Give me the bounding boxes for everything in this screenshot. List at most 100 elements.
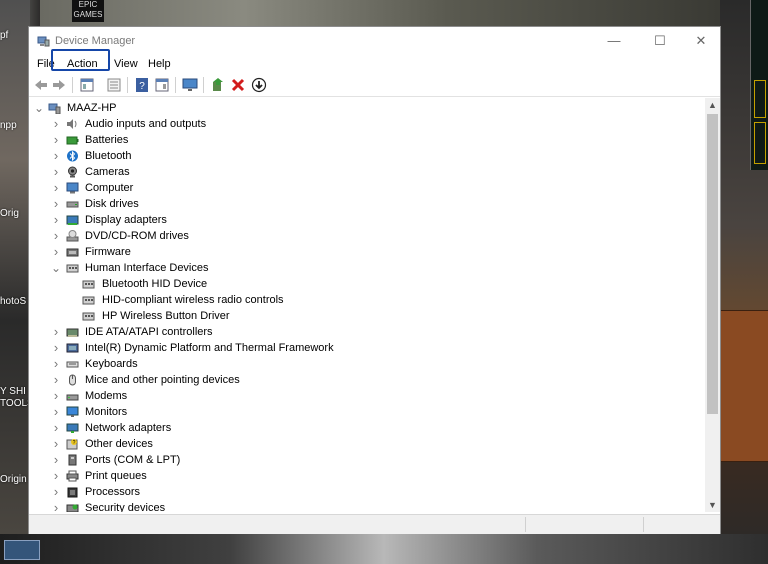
close-button[interactable]: ✕: [681, 29, 721, 53]
tree-item[interactable]: ⌄ Human Interface Devices: [29, 260, 705, 276]
uninstall-icon[interactable]: [230, 77, 246, 93]
expand-chevron-icon[interactable]: ›: [51, 404, 61, 420]
tree-item[interactable]: › Intel(R) Dynamic Platform and Thermal F…: [29, 340, 705, 356]
expand-chevron-icon[interactable]: ›: [51, 180, 61, 196]
tree-item[interactable]: › Monitors: [29, 404, 705, 420]
desktop-icon-label[interactable]: hotoS: [0, 296, 26, 307]
tree-root[interactable]: ⌄ MAAZ-HP: [29, 100, 705, 116]
desktop-top-area: [40, 0, 720, 26]
tree-item[interactable]: › Display adapters: [29, 212, 705, 228]
tree-item[interactable]: › DVD/CD-ROM drives: [29, 228, 705, 244]
tree-item[interactable]: › Computer: [29, 180, 705, 196]
desktop-icon-label[interactable]: npp: [0, 120, 17, 131]
expand-chevron-icon[interactable]: ›: [51, 372, 61, 388]
hid-icon: [66, 264, 79, 273]
tree-item[interactable]: › Mice and other pointing devices: [29, 372, 705, 388]
tree-item-label: IDE ATA/ATAPI controllers: [85, 326, 213, 338]
desktop-icon-label[interactable]: Orig: [0, 208, 19, 219]
computer-icon: [66, 182, 79, 194]
tree-item[interactable]: › Modems: [29, 388, 705, 404]
expand-chevron-icon[interactable]: ›: [51, 148, 61, 164]
vertical-scrollbar[interactable]: ▲ ▼: [705, 98, 720, 512]
desktop-icon-label[interactable]: pf: [0, 30, 8, 41]
expand-chevron-icon[interactable]: ›: [51, 484, 61, 500]
security-icon: [66, 504, 79, 512]
tree-child-item[interactable]: HID-compliant wireless radio controls: [29, 292, 705, 308]
tree-item[interactable]: › Audio inputs and outputs: [29, 116, 705, 132]
tree-item-label: Processors: [85, 486, 141, 498]
properties-icon[interactable]: [79, 77, 95, 93]
monitor-icon[interactable]: [182, 77, 198, 93]
back-icon[interactable]: [33, 77, 49, 93]
tree-item-label: HP Wireless Button Driver: [102, 310, 230, 322]
menu-help[interactable]: Help: [148, 57, 171, 72]
tree-item[interactable]: ›? Other devices: [29, 436, 705, 452]
speaker-icon: [67, 119, 77, 129]
expand-chevron-icon[interactable]: ›: [51, 420, 61, 436]
tree-item[interactable]: › Ports (COM & LPT): [29, 452, 705, 468]
title-bar[interactable]: Device Manager — ☐ ✕: [29, 27, 720, 55]
expand-chevron-icon[interactable]: ›: [51, 388, 61, 404]
scroll-down-arrow[interactable]: ▼: [705, 498, 720, 512]
help-icon[interactable]: ?: [134, 77, 150, 93]
expand-chevron-icon[interactable]: ›: [51, 324, 61, 340]
expand-chevron-icon[interactable]: ›: [51, 436, 61, 452]
expand-chevron-icon[interactable]: ›: [51, 244, 61, 260]
expand-chevron-icon[interactable]: ›: [51, 340, 61, 356]
scan-icon[interactable]: [251, 77, 267, 93]
hid-icon: [82, 312, 95, 321]
tree-item[interactable]: › Cameras: [29, 164, 705, 180]
expand-chevron-icon[interactable]: ›: [51, 356, 61, 372]
tree-item[interactable]: › Keyboards: [29, 356, 705, 372]
expand-chevron-icon[interactable]: ›: [51, 500, 61, 512]
update-driver-icon[interactable]: [210, 77, 226, 93]
tree-item-label: Modems: [85, 390, 128, 402]
epic-games-icon[interactable]: EPIC GAMES: [72, 0, 104, 22]
view-icon[interactable]: [154, 77, 170, 93]
expand-chevron-icon[interactable]: ›: [51, 228, 61, 244]
expand-chevron-icon[interactable]: ›: [51, 116, 61, 132]
processor-icon: [67, 487, 78, 498]
collapse-chevron-icon[interactable]: ⌄: [51, 260, 61, 276]
expand-chevron-icon[interactable]: ›: [51, 468, 61, 484]
window-title: Device Manager: [55, 35, 136, 47]
tree-item[interactable]: › Firmware: [29, 244, 705, 260]
toolbar-separator: [72, 77, 73, 93]
tree-item-label: Monitors: [85, 406, 128, 418]
maximize-button[interactable]: ☐: [640, 29, 680, 53]
chip-icon: [66, 343, 79, 353]
forward-icon[interactable]: [51, 77, 67, 93]
desktop-bottom-area: [0, 534, 768, 564]
tree-child-item[interactable]: Bluetooth HID Device: [29, 276, 705, 292]
tree-item[interactable]: › Network adapters: [29, 420, 705, 436]
unknown-device-icon: ?: [66, 439, 78, 450]
expand-chevron-icon[interactable]: ›: [51, 452, 61, 468]
details-icon[interactable]: [106, 77, 122, 93]
expand-chevron-icon[interactable]: ›: [51, 196, 61, 212]
expand-chevron-icon[interactable]: ›: [51, 164, 61, 180]
desktop-icon-label[interactable]: Y SHI: [0, 386, 26, 397]
camera-icon: [68, 166, 77, 178]
tree-item[interactable]: › Processors: [29, 484, 705, 500]
tree-item[interactable]: › Batteries: [29, 132, 705, 148]
collapse-chevron-icon[interactable]: ⌄: [34, 100, 44, 116]
tree-item[interactable]: › Security devices: [29, 500, 705, 512]
mouse-icon: [69, 374, 76, 386]
printer-icon: [66, 470, 79, 482]
scroll-thumb[interactable]: [707, 114, 718, 414]
tree-item[interactable]: › Print queues: [29, 468, 705, 484]
tree-item[interactable]: › Bluetooth: [29, 148, 705, 164]
expand-chevron-icon[interactable]: ›: [51, 132, 61, 148]
tree-item[interactable]: › Disk drives: [29, 196, 705, 212]
tree-item[interactable]: › IDE ATA/ATAPI controllers: [29, 324, 705, 340]
menu-view[interactable]: View: [114, 57, 138, 72]
expand-chevron-icon[interactable]: ›: [51, 212, 61, 228]
desktop-icon-label[interactable]: Origin: [0, 474, 27, 485]
tree-child-item[interactable]: HP Wireless Button Driver: [29, 308, 705, 324]
minimize-button[interactable]: —: [594, 29, 634, 53]
scroll-up-arrow[interactable]: ▲: [705, 98, 720, 112]
tree-item-label: Disk drives: [85, 198, 139, 210]
taskbar-icon[interactable]: [4, 540, 40, 560]
hid-icon: [82, 280, 95, 289]
device-tree[interactable]: ⌄ MAAZ-HP › Audio inputs and outputs › Batter…: [29, 98, 705, 512]
